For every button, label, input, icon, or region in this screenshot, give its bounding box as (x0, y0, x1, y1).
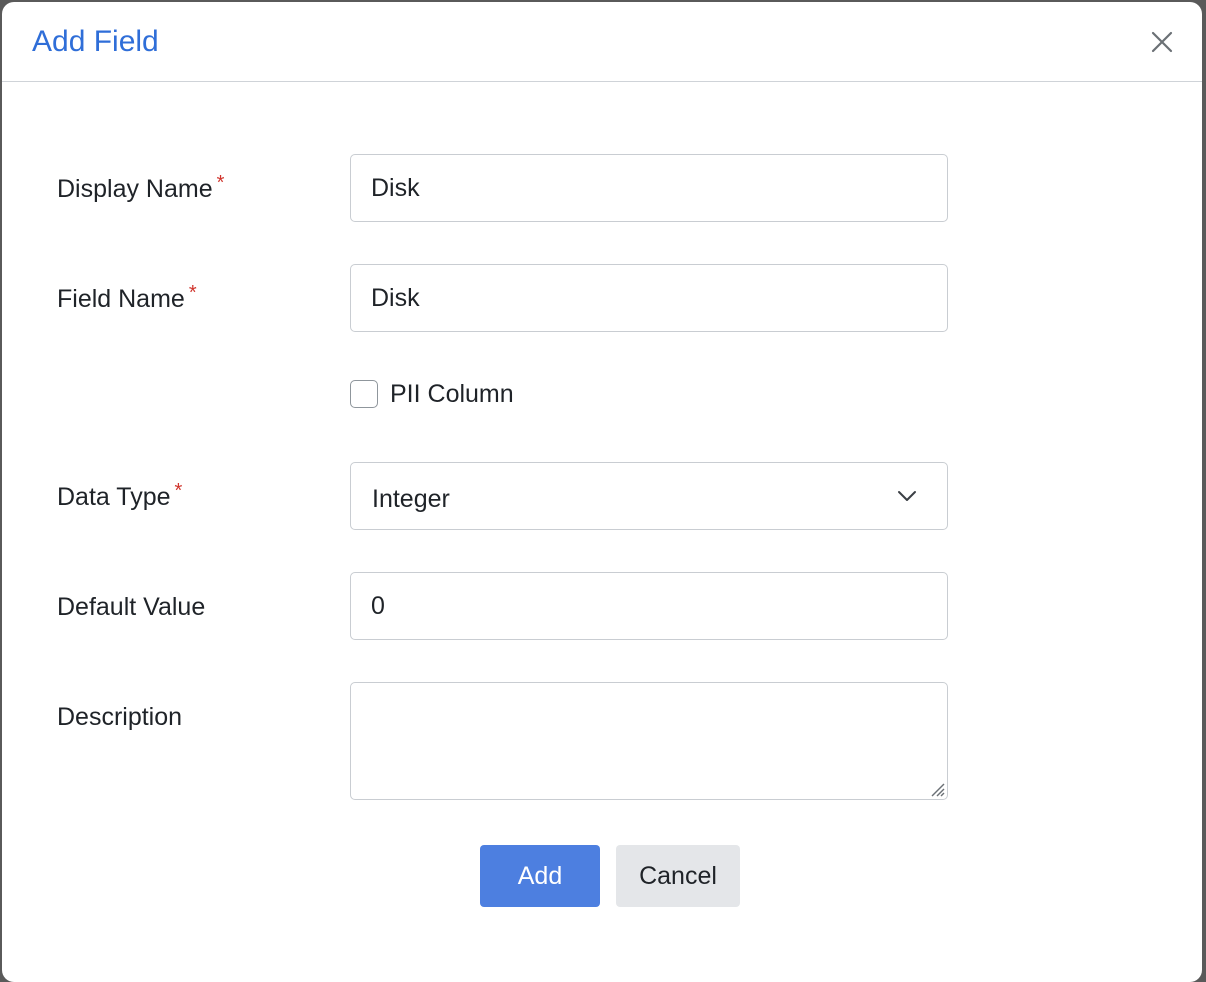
description-label: Description (57, 702, 182, 732)
description-label-text: Description (57, 703, 183, 731)
display-name-label: Display Name * (57, 172, 225, 206)
dialog-title: Add Field (32, 25, 159, 58)
required-mark: * (188, 282, 197, 304)
data-type-label-text: Data Type (57, 483, 171, 511)
required-mark: * (216, 172, 225, 194)
description-textarea[interactable] (350, 682, 948, 800)
add-field-dialog: Add Field Display Name* Field Name* PII … (2, 2, 1202, 982)
default-value-input[interactable] (350, 572, 948, 640)
required-mark: * (174, 480, 183, 502)
data-type-select[interactable]: Integer (350, 462, 948, 530)
pii-column-label: PII Column (390, 380, 514, 408)
cancel-button[interactable]: Cancel (616, 845, 740, 907)
data-type-selected-value: Integer (372, 485, 450, 513)
add-button[interactable]: Add (480, 845, 600, 907)
resize-grip-icon[interactable] (928, 780, 946, 798)
default-value-label-text: Default Value (57, 593, 206, 621)
default-value-label: Default Value (57, 592, 205, 622)
dialog-header: Add Field (2, 2, 1202, 82)
pii-column-checkbox[interactable] (350, 380, 378, 408)
display-name-label-text: Display Name (57, 175, 213, 203)
chevron-down-icon (898, 491, 916, 501)
data-type-label: Data Type * (57, 480, 183, 514)
field-name-input[interactable] (350, 264, 948, 332)
display-name-input[interactable] (350, 154, 948, 222)
pii-column-row[interactable]: PII Column (350, 379, 514, 409)
field-name-label-text: Field Name (57, 285, 185, 313)
field-name-label: Field Name * (57, 282, 197, 316)
close-button[interactable] (1148, 28, 1176, 56)
close-icon (1151, 31, 1173, 53)
